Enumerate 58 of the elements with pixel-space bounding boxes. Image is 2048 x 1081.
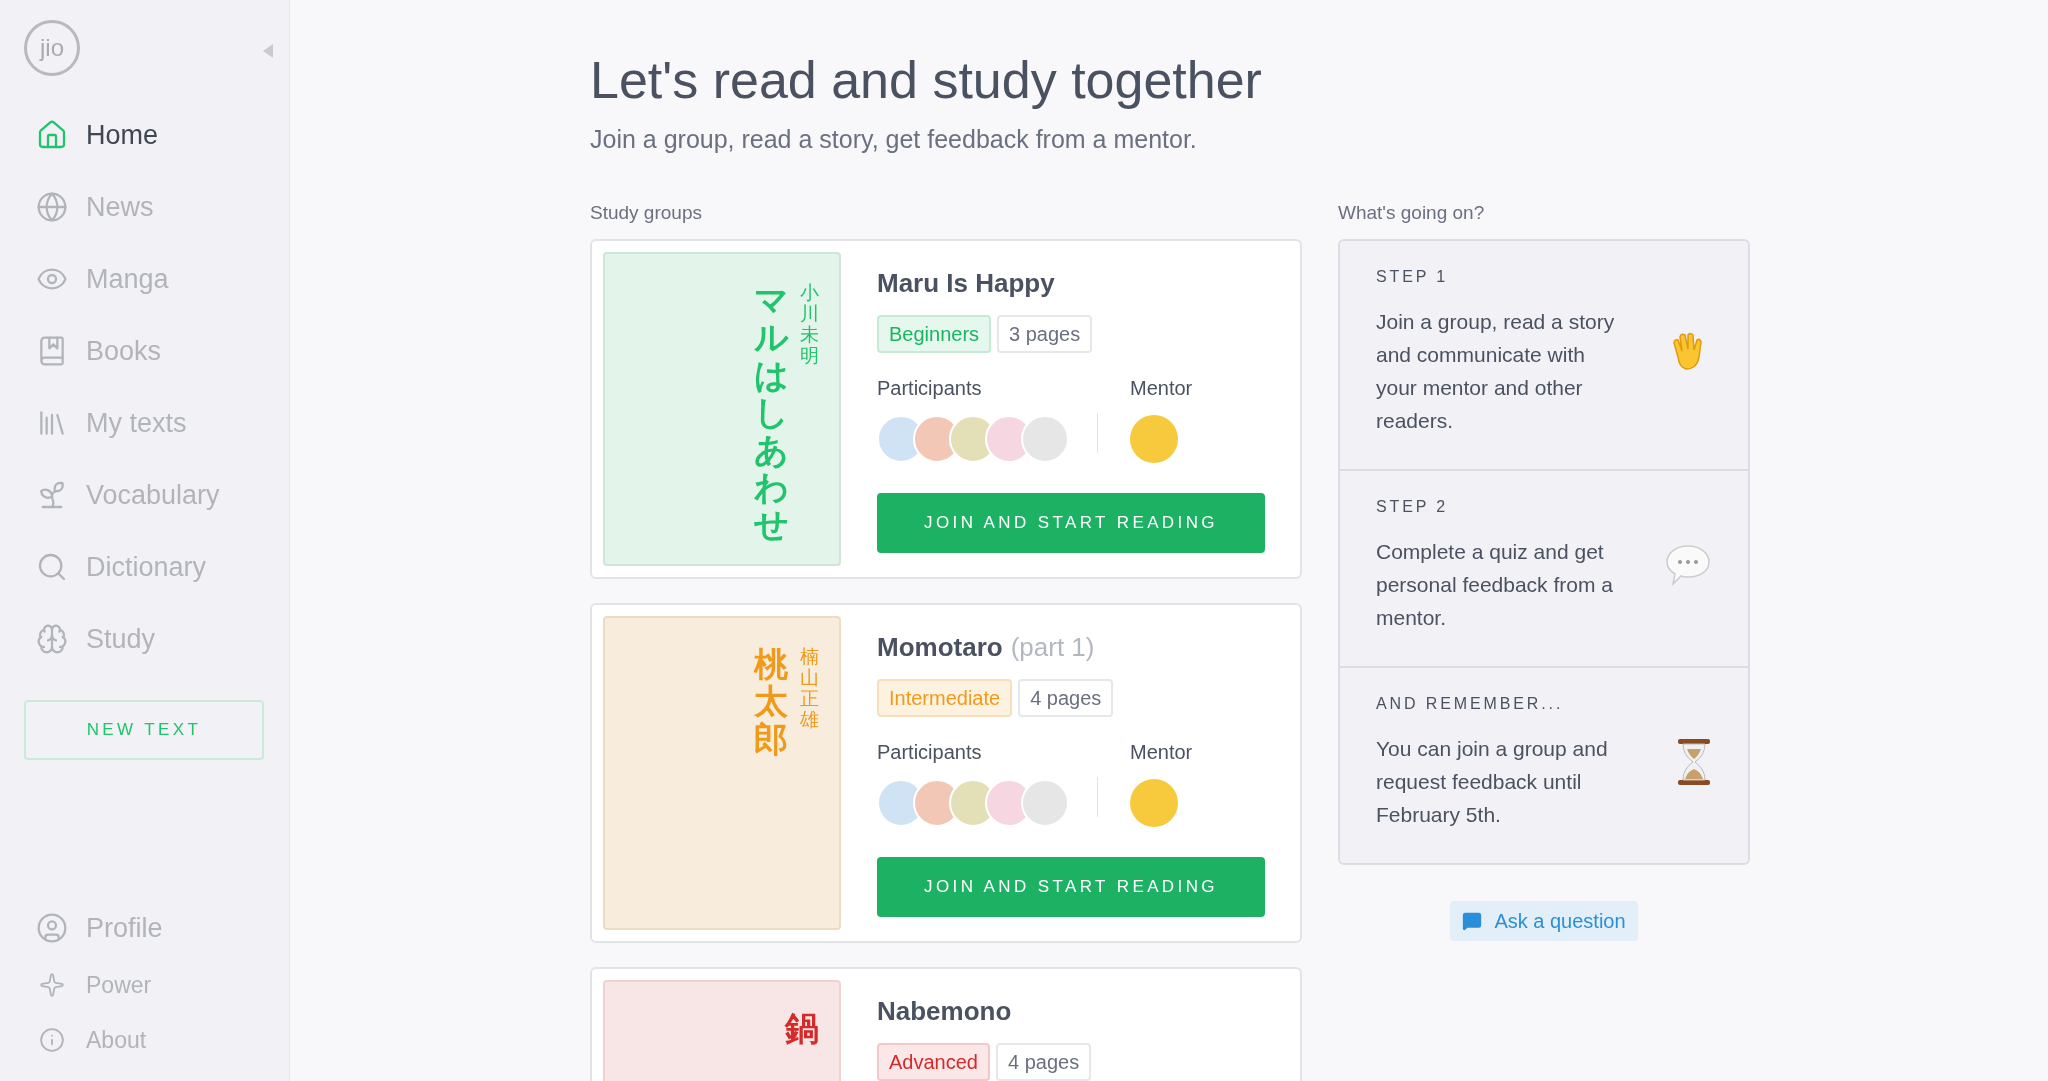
page-title: Let's read and study together: [590, 50, 1263, 111]
info-icon: [39, 1026, 65, 1053]
globe-icon: [36, 191, 68, 223]
participants-label: Participants: [877, 376, 983, 401]
mentor-avatar: [1130, 779, 1178, 827]
cover-author: 小川未明: [800, 282, 819, 368]
speech-bubble-icon: [1664, 542, 1712, 587]
section-label: Study groups: [590, 200, 703, 225]
step-heading: STEP 2: [1376, 497, 1450, 517]
search-icon: [36, 551, 68, 583]
mentor-avatar: [1130, 415, 1178, 463]
nav-item[interactable]: Study: [24, 618, 265, 660]
nav-item[interactable]: My texts: [24, 402, 265, 444]
hourglass-icon: [1676, 736, 1712, 787]
logo[interactable]: jio: [24, 20, 80, 76]
new-text-button[interactable]: NEW TEXT: [24, 700, 264, 760]
nav-item[interactable]: Home: [24, 114, 265, 156]
cover-title: 鍋: [785, 1010, 819, 1050]
brain-icon: [36, 623, 68, 655]
chat-icon: [1462, 911, 1483, 931]
cover-author: 楠山正雄: [800, 646, 819, 732]
group-title: Momotaro: [877, 631, 1003, 664]
group-title: Maru Is Happy: [877, 267, 1055, 300]
ask-question-button[interactable]: Ask a question: [1450, 901, 1638, 941]
group-title: Nabemono: [877, 995, 1012, 1028]
cover-title: マルはしあわせ: [754, 282, 788, 547]
nav-item[interactable]: Books: [24, 330, 265, 372]
nav-item[interactable]: News: [24, 186, 265, 228]
pages-tag: 4 pages: [1018, 679, 1114, 717]
join-button[interactable]: JOIN AND START READING: [877, 857, 1265, 917]
group-part: (part 1): [1010, 631, 1095, 664]
join-button[interactable]: JOIN AND START READING: [877, 493, 1265, 553]
nav-item[interactable]: Power: [24, 968, 265, 1003]
home-icon: [36, 119, 68, 151]
step-heading: AND REMEMBER...: [1376, 694, 1565, 714]
nav-item[interactable]: Profile: [24, 907, 265, 948]
step-text: Complete a quiz and get personal feedback from a mentor.: [1376, 539, 1614, 631]
section-label: What's going on?: [1338, 200, 1486, 225]
nav-item[interactable]: Vocabulary: [24, 474, 265, 516]
page-subtitle: Join a group, read a story, get feedback from a mentor.: [590, 124, 1198, 155]
user-icon: [36, 911, 68, 944]
nav-item[interactable]: Manga: [24, 258, 265, 300]
sparkle-icon: [39, 972, 65, 999]
step-heading: STEP 1: [1376, 267, 1450, 287]
participants-label: Participants: [877, 740, 983, 765]
level-tag: Advanced: [877, 1043, 990, 1081]
mentor-label: Mentor: [1130, 740, 1193, 765]
level-tag: Intermediate: [877, 679, 1013, 717]
nav-item[interactable]: Dictionary: [24, 546, 265, 588]
nav-item[interactable]: About: [24, 1022, 265, 1057]
mentor-label: Mentor: [1130, 376, 1193, 401]
pages-tag: 3 pages: [997, 315, 1093, 353]
step-text: Join a group, read a story and communicate with your mentor and other readers.: [1376, 309, 1616, 434]
cover-title: 桃太郎: [754, 646, 788, 761]
level-tag: Beginners: [877, 315, 992, 353]
collapse-arrow-icon[interactable]: [263, 44, 273, 58]
pages-tag: 4 pages: [995, 1043, 1092, 1081]
step-text: You can join a group and request feedback until February 5th.: [1376, 736, 1609, 828]
